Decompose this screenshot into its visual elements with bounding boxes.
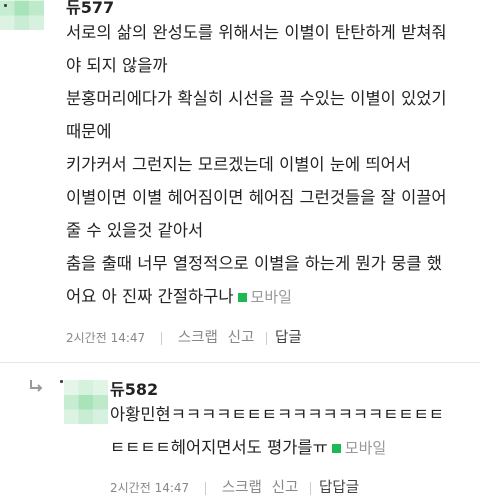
comment-line: 이별이면 이별 헤어짐이면 헤어짐 그런것들을 잘 이끌어 (66, 188, 447, 207)
comment-line: ㅌㅌㅌㅌ헤어지면서도 평가를ㅠ (110, 438, 328, 457)
comment-nickname[interactable]: 듀582 (110, 376, 158, 400)
divider (266, 332, 268, 345)
comment-line: 야 되지 않을까 (66, 56, 168, 75)
divider (204, 482, 206, 495)
mobile-icon (331, 443, 341, 453)
reply-button[interactable]: 답글 (275, 330, 302, 346)
comment-line: 줄 수 있을것 같아서 (66, 221, 204, 240)
comment-time: 2시간전 14:47 (66, 331, 146, 345)
comment-line-last: 어요 아 진짜 간절하구나 모바일 (66, 280, 472, 314)
reply-button[interactable]: 답답글 (319, 480, 359, 496)
mobile-icon (237, 292, 247, 302)
comment-line: 키가커서 그런지는 모르겠는데 이별이 눈에 띄어서 (66, 155, 412, 174)
comment-line: 아황민현ㅋㅋㅋㅋㅌㅌㅌㅋㅋㅋㅋㅋㅋㅋㅌㅌㅌㅌ (110, 405, 444, 424)
comment-line: 때문에 (66, 122, 112, 141)
avatar-badge-icon (60, 380, 63, 383)
comment-line: 분홍머리에다가 확실히 시선을 끌 수있는 이별이 있었기 (66, 89, 447, 108)
comment-line: 어요 아 진짜 간절하구나 (66, 287, 234, 306)
mobile-label: 모바일 (250, 288, 292, 306)
comment-line: 춤을 출때 너무 열정적으로 이별을 하는게 뭔가 뭉클 했 (66, 254, 442, 273)
comment-divider (0, 362, 480, 363)
divider (160, 332, 162, 345)
avatar-badge-icon (4, 4, 7, 7)
comment-line-last: ㅌㅌㅌㅌ헤어지면서도 평가를ㅠ 모바일 (110, 431, 472, 465)
comment-body: 아황민현ㅋㅋㅋㅋㅌㅌㅌㅋㅋㅋㅋㅋㅋㅋㅌㅌㅌㅌ ㅌㅌㅌㅌ헤어지면서도 평가를ㅠ 모바… (110, 398, 472, 465)
comment-body: 서로의 삶의 완성도를 위해서는 이별이 탄탄하게 받쳐줘 야 되지 않을까 분… (66, 16, 472, 314)
comment-time: 2시간전 14:47 (110, 481, 190, 495)
scrap-button[interactable]: 스크랩 (222, 480, 262, 496)
mobile-label: 모바일 (344, 439, 387, 457)
scrap-button[interactable]: 스크랩 (178, 330, 218, 346)
divider (310, 482, 312, 495)
comment-meta: 2시간전 14:47 스크랩 신고 답글 (66, 326, 302, 347)
avatar[interactable] (64, 380, 108, 424)
comment-meta: 2시간전 14:47 스크랩 신고 답답글 (110, 476, 359, 497)
report-button[interactable]: 신고 (272, 480, 299, 496)
report-button[interactable]: 신고 (228, 330, 255, 346)
reply-arrow-icon (30, 380, 43, 392)
comment-line: 서로의 삶의 완성도를 위해서는 이별이 탄탄하게 받쳐줘 (66, 23, 447, 42)
